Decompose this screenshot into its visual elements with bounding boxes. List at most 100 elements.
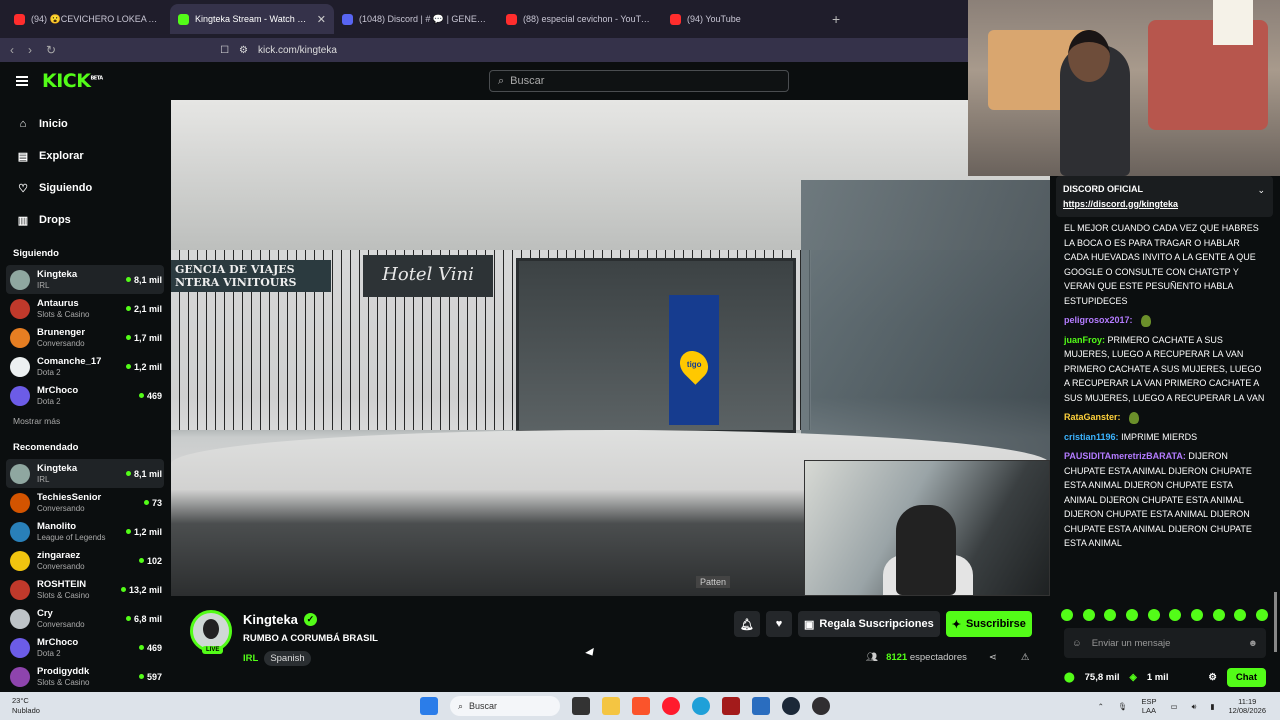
sidebar-channel[interactable]: MrChoco Dota 2 469 [0, 381, 170, 410]
chat-message: RataGanster: [1064, 410, 1265, 425]
sidebar-channel[interactable]: Kingteka IRL 8,1 mil [6, 265, 164, 294]
menu-icon[interactable] [16, 76, 28, 86]
emote-icon[interactable] [1234, 609, 1247, 621]
notification-button[interactable]: 🔔︎ [734, 611, 760, 637]
bookmark-icon[interactable]: ☐ [220, 45, 229, 56]
taskbar-search[interactable]: ⌕ Buscar [450, 696, 560, 716]
emote-icon[interactable] [1147, 609, 1160, 621]
browser-tab[interactable]: (1048) Discord | # 💬 | GENERAL | EISUS [334, 4, 498, 34]
follow-button[interactable]: ♥ [766, 611, 792, 637]
brave-icon[interactable] [632, 697, 650, 715]
channel-category: Slots & Casino [37, 309, 90, 319]
sidebar-channel[interactable]: TechiesSenior Conversando 73 [0, 488, 170, 517]
emote-icon[interactable] [1190, 609, 1203, 621]
sidebar-channel[interactable]: Antaurus Slots & Casino 2,1 mil [0, 294, 170, 323]
network-icon[interactable]: ▭ [1170, 702, 1177, 711]
sidebar-channel[interactable]: ROSHTEIN Slots & Casino 13,2 mil [0, 575, 170, 604]
channel-category: Conversando [37, 561, 85, 571]
edge-icon[interactable] [692, 697, 710, 715]
steam-icon[interactable] [782, 697, 800, 715]
coins-value[interactable]: 1 mil [1147, 672, 1169, 683]
chat-send-button[interactable]: Chat [1226, 667, 1266, 687]
windows-start-icon[interactable] [420, 697, 438, 715]
file-explorer-icon[interactable] [602, 697, 620, 715]
back-icon[interactable]: ‹ [10, 43, 14, 57]
category-link[interactable]: IRL [243, 653, 258, 664]
nav-siguiendo[interactable]: ♡ Siguiendo [0, 172, 170, 204]
smile-icon[interactable]: ☻ [1248, 638, 1258, 649]
chevron-down-icon[interactable]: ⌄ [1257, 183, 1265, 198]
points-value[interactable]: 75,8 mil [1085, 672, 1120, 683]
tab-title: (1048) Discord | # 💬 | GENERAL | EISUS [359, 13, 490, 24]
battery-icon[interactable]: ▮ [1210, 702, 1214, 711]
emote-icon[interactable] [1104, 609, 1117, 621]
sidebar-channel[interactable]: MrChoco Dota 2 469 [0, 633, 170, 662]
weather-widget[interactable]: 23°C Nublado [12, 696, 40, 716]
nav-drops[interactable]: ▥ Drops [0, 204, 170, 236]
sidebar-channel[interactable]: Brunenger Conversando 1,7 mil [0, 323, 170, 352]
nav-explorar[interactable]: ▤ Explorar [0, 140, 170, 172]
show-more-link[interactable]: Mostrar más [0, 416, 170, 426]
share-icon[interactable]: ⋖ [989, 652, 997, 663]
task-view-icon[interactable] [572, 697, 590, 715]
chevron-up-icon[interactable]: ⌃ [1098, 702, 1104, 711]
chat-username[interactable]: cristian1196: [1064, 432, 1119, 442]
url-text[interactable]: kick.com/kingteka [258, 45, 337, 56]
emote-icon[interactable] [1082, 609, 1095, 621]
emote-icon[interactable] [1212, 609, 1225, 621]
emote-icon[interactable] [1125, 609, 1138, 621]
volume-icon[interactable]: 🔊︎ [1192, 702, 1197, 711]
chat-username[interactable]: juanFroy: [1064, 335, 1105, 345]
sidebar-channel[interactable]: Kingteka IRL 8,1 mil [6, 459, 164, 488]
report-icon[interactable]: ⚠ [1021, 652, 1030, 663]
emote-icon[interactable] [1060, 609, 1073, 621]
search-input[interactable]: ⌕ Buscar [489, 70, 789, 92]
kick-logo[interactable]: KICKBETA [42, 70, 103, 92]
browser-tab[interactable]: (94) YouTube [662, 4, 826, 34]
sidebar-channel[interactable]: Cry Conversando 6,8 mil [0, 604, 170, 633]
channel-name: ROSHTEIN [37, 578, 87, 590]
home-icon: ⌂ [19, 118, 27, 130]
emote-icon[interactable] [1169, 609, 1182, 621]
dota-icon[interactable] [722, 697, 740, 715]
browser-tab[interactable]: (94) 😮CEVICHERO LOKEA A SHAKA [6, 4, 170, 34]
chat-username[interactable]: peligrosox2017: [1064, 315, 1133, 325]
emote-bar [1056, 609, 1273, 621]
close-tab-icon[interactable]: ✕ [317, 13, 326, 26]
browser-tab[interactable]: (88) especial cevichon - YouTube [498, 4, 662, 34]
browser-tab-active[interactable]: Kingteka Stream - Watch Live ✕ [170, 4, 334, 34]
sidebar-channel[interactable]: Prodigyddk Slots & Casino 597 [0, 662, 170, 691]
settings-icon[interactable]: ⚙ [1208, 672, 1217, 683]
video-player[interactable]: GENCIA DE VIAJES NTERA VINITOURS Hotel V… [171, 100, 1050, 596]
language-indicator[interactable]: ESP LAA [1141, 697, 1156, 715]
new-tab-icon[interactable]: + [832, 11, 840, 27]
chat-scrollbar[interactable] [1274, 592, 1277, 652]
chat-username[interactable]: PAUSIDITAmeretrizBARATA: [1064, 451, 1186, 461]
channel-avatar [10, 356, 30, 377]
forward-icon[interactable]: › [28, 43, 32, 57]
pinned-link[interactable]: https://discord.gg/kingteka [1063, 199, 1178, 209]
sidebar-channel[interactable]: Comanche_17 Dota 2 1,2 mil [0, 352, 170, 381]
language-tag[interactable]: Spanish [264, 651, 311, 666]
emote-picker-icon[interactable]: ☺ [1072, 638, 1082, 649]
nav-inicio[interactable]: ⌂ Inicio [0, 108, 170, 140]
chat-username[interactable]: RataGanster: [1064, 412, 1121, 422]
video-pip-head [896, 505, 956, 595]
subscribe-button[interactable]: ✦ Suscribirse [945, 611, 1032, 637]
reload-icon[interactable]: ↻ [46, 43, 56, 57]
site-info-icon[interactable]: ⚙ [239, 45, 248, 56]
app-icon[interactable] [752, 697, 770, 715]
mic-icon[interactable]: 🎙︎ [1118, 702, 1128, 711]
emote-icon[interactable] [1256, 609, 1269, 621]
streamer-name[interactable]: Kingteka ✓ [243, 612, 317, 627]
sidebar-channel[interactable]: zingaraez Conversando 102 [0, 546, 170, 575]
video-scene-reflection [801, 180, 1050, 460]
channel-avatar [10, 521, 30, 542]
channel-category: Dota 2 [37, 648, 61, 658]
gift-subs-button[interactable]: ▣ Regala Suscripciones [798, 611, 940, 637]
opera-icon[interactable] [662, 697, 680, 715]
clock[interactable]: 11:19 12/08/2026 [1228, 697, 1266, 715]
obs-icon[interactable] [812, 697, 830, 715]
chat-input[interactable]: ☺ Enviar un mensaje ☻ [1064, 628, 1266, 658]
sidebar-channel[interactable]: Manolito League of Legends 1,2 mil [0, 517, 170, 546]
